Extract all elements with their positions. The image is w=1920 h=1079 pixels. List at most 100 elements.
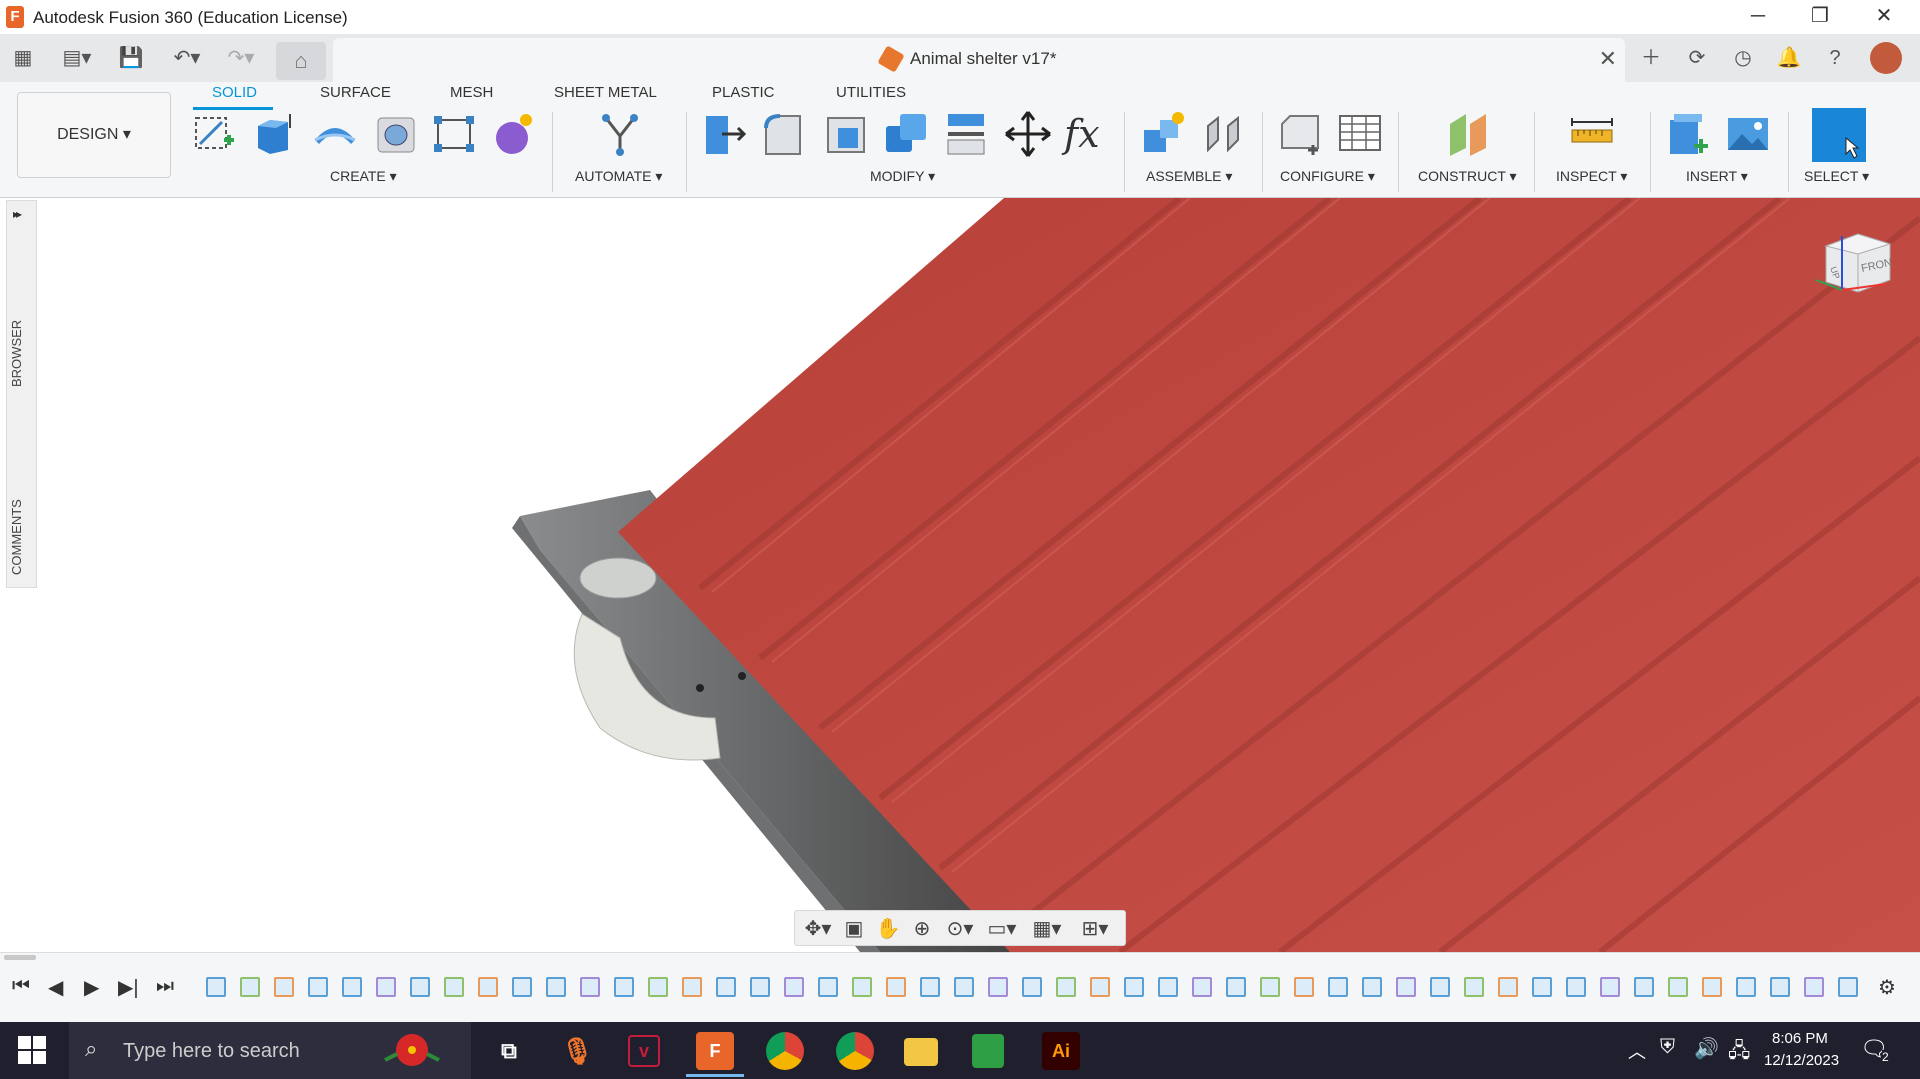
timeline-feature-icon[interactable] <box>1192 977 1212 997</box>
redo-icon[interactable]: ↷▾ <box>220 44 262 72</box>
tab-plastic[interactable]: PLASTIC <box>712 84 775 101</box>
shell-icon[interactable] <box>822 110 870 158</box>
timeline-feature-icon[interactable] <box>580 977 600 997</box>
timeline-feature-icon[interactable] <box>1362 977 1382 997</box>
timeline-feature-icon[interactable] <box>784 977 804 997</box>
timeline-feature-icon[interactable] <box>1702 977 1722 997</box>
fusion-taskbar-icon[interactable]: F <box>696 1032 734 1070</box>
timeline-scrollbar[interactable] <box>4 955 36 960</box>
app-v-icon[interactable]: v <box>628 1035 660 1067</box>
combine-icon[interactable] <box>882 110 930 158</box>
construct-group-label[interactable]: CONSTRUCT ▾ <box>1418 168 1517 185</box>
grid-settings-icon[interactable]: ▦▾ <box>1027 916 1067 942</box>
timeline-feature-icon[interactable] <box>818 977 838 997</box>
automate-group-label[interactable]: AUTOMATE ▾ <box>575 168 662 185</box>
timeline-feature-icon[interactable] <box>546 977 566 997</box>
timeline-feature-icon[interactable] <box>1532 977 1552 997</box>
taskbar-clock-time[interactable]: 8:06 PM <box>1772 1030 1828 1047</box>
taskbar-search-box[interactable]: ⌕ Type here to search <box>69 1022 471 1079</box>
inspect-group-label[interactable]: INSPECT ▾ <box>1556 168 1627 185</box>
user-avatar[interactable] <box>1870 42 1902 74</box>
timeline-feature-icon[interactable] <box>342 977 362 997</box>
timeline-feature-icon[interactable] <box>852 977 872 997</box>
timeline-feature-icon[interactable] <box>1396 977 1416 997</box>
revolve-icon[interactable] <box>311 110 359 158</box>
press-pull-icon[interactable] <box>700 110 748 158</box>
display-settings-icon[interactable]: ▭▾ <box>985 916 1019 942</box>
step-back-icon[interactable]: ◀ <box>48 975 63 1000</box>
spreadsheet-app-icon[interactable] <box>972 1034 1004 1068</box>
timeline-feature-icon[interactable] <box>512 977 532 997</box>
insert-derive-icon[interactable] <box>1664 110 1712 158</box>
browser-panel-tab[interactable]: BROWSER <box>9 320 24 387</box>
create-form-icon[interactable] <box>490 110 538 158</box>
viewcube-icon[interactable]: FRONT UP <box>1812 228 1900 308</box>
timeline-feature-icon[interactable] <box>1226 977 1246 997</box>
timeline-feature-icon[interactable] <box>206 977 226 997</box>
task-view-icon[interactable]: ⧉ <box>490 1032 528 1070</box>
timeline-feature-icon[interactable] <box>682 977 702 997</box>
assemble-group-label[interactable]: ASSEMBLE ▾ <box>1146 168 1232 185</box>
undo-icon[interactable]: ↶▾ <box>166 44 208 72</box>
save-icon[interactable]: 💾 <box>118 44 144 72</box>
viewcube[interactable]: FRONT UP <box>1812 228 1900 308</box>
timeline-feature-icon[interactable] <box>1090 977 1110 997</box>
close-tab-icon[interactable]: ✕ <box>1599 46 1617 72</box>
joint-icon[interactable] <box>1200 110 1248 158</box>
insert-group-label[interactable]: INSERT ▾ <box>1686 168 1748 185</box>
timeline-feature-icon[interactable] <box>274 977 294 997</box>
tab-utilities[interactable]: UTILITIES <box>836 84 906 101</box>
new-component-icon[interactable] <box>1140 110 1188 158</box>
select-icon[interactable] <box>1812 108 1866 162</box>
timeline-feature-icon[interactable] <box>920 977 940 997</box>
sync-icon[interactable]: ⟳ <box>1682 44 1712 72</box>
timeline-feature-icon[interactable] <box>1804 977 1824 997</box>
timeline-feature-icon[interactable] <box>954 977 974 997</box>
show-hidden-icons-chevron-icon[interactable]: ︿ <box>1628 1038 1646 1064</box>
timeline-feature-icon[interactable] <box>1464 977 1484 997</box>
workspace-switcher[interactable]: DESIGN ▾ <box>17 92 171 178</box>
restore-button[interactable]: ❐ <box>1792 0 1848 34</box>
create-sketch-icon[interactable] <box>190 110 238 158</box>
timeline-feature-icon[interactable] <box>1430 977 1450 997</box>
timeline-feature-icon[interactable] <box>750 977 770 997</box>
tab-surface[interactable]: SURFACE <box>320 84 391 101</box>
comments-panel-tab[interactable]: COMMENTS <box>9 499 24 575</box>
select-group-label[interactable]: SELECT ▾ <box>1804 168 1869 185</box>
tab-mesh[interactable]: MESH <box>450 84 493 101</box>
chrome-icon[interactable] <box>766 1032 804 1070</box>
step-forward-icon[interactable]: ▶| <box>118 975 139 1000</box>
notifications-bell-icon[interactable]: 🔔 <box>1774 44 1804 72</box>
timeline-feature-icon[interactable] <box>1600 977 1620 997</box>
taskbar-clock-date[interactable]: 12/12/2023 <box>1764 1052 1839 1069</box>
fillet-icon[interactable] <box>760 110 808 158</box>
help-icon[interactable]: ? <box>1820 44 1850 72</box>
timeline-feature-icon[interactable] <box>1124 977 1144 997</box>
timeline-feature-icon[interactable] <box>1838 977 1858 997</box>
viewports-icon[interactable]: ⊞▾ <box>1075 916 1115 942</box>
microphone-icon[interactable]: 🎙 <box>558 1032 596 1070</box>
timeline-feature-icon[interactable] <box>988 977 1008 997</box>
model-render[interactable] <box>0 198 1920 952</box>
new-tab-plus-icon[interactable]: ＋ <box>1634 44 1668 72</box>
measure-icon[interactable] <box>1568 110 1616 158</box>
modify-group-label[interactable]: MODIFY ▾ <box>870 168 935 185</box>
volume-icon[interactable]: 🔊 <box>1694 1036 1719 1061</box>
job-status-clock-icon[interactable]: ◷ <box>1728 44 1758 72</box>
timeline-feature-icon[interactable] <box>614 977 634 997</box>
zoom-icon[interactable]: ⊕ <box>909 916 935 942</box>
illustrator-icon[interactable]: Ai <box>1042 1032 1080 1070</box>
offset-plane-icon[interactable] <box>1444 110 1492 158</box>
pattern-icon[interactable] <box>430 110 478 158</box>
pan-hand-icon[interactable]: ✋ <box>875 916 901 942</box>
timeline-feature-icon[interactable] <box>886 977 906 997</box>
extrude-icon[interactable] <box>250 110 298 158</box>
close-window-button[interactable]: ✕ <box>1856 0 1912 34</box>
security-shield-icon[interactable]: ⛨ <box>1660 1036 1675 1059</box>
offset-face-icon[interactable] <box>942 110 990 158</box>
tab-sheet-metal[interactable]: SHEET METAL <box>554 84 657 101</box>
timeline-feature-icon[interactable] <box>376 977 396 997</box>
timeline-feature-icon[interactable] <box>1566 977 1586 997</box>
go-to-end-icon[interactable]: ⏭ <box>156 975 174 998</box>
hole-icon[interactable] <box>372 110 420 158</box>
